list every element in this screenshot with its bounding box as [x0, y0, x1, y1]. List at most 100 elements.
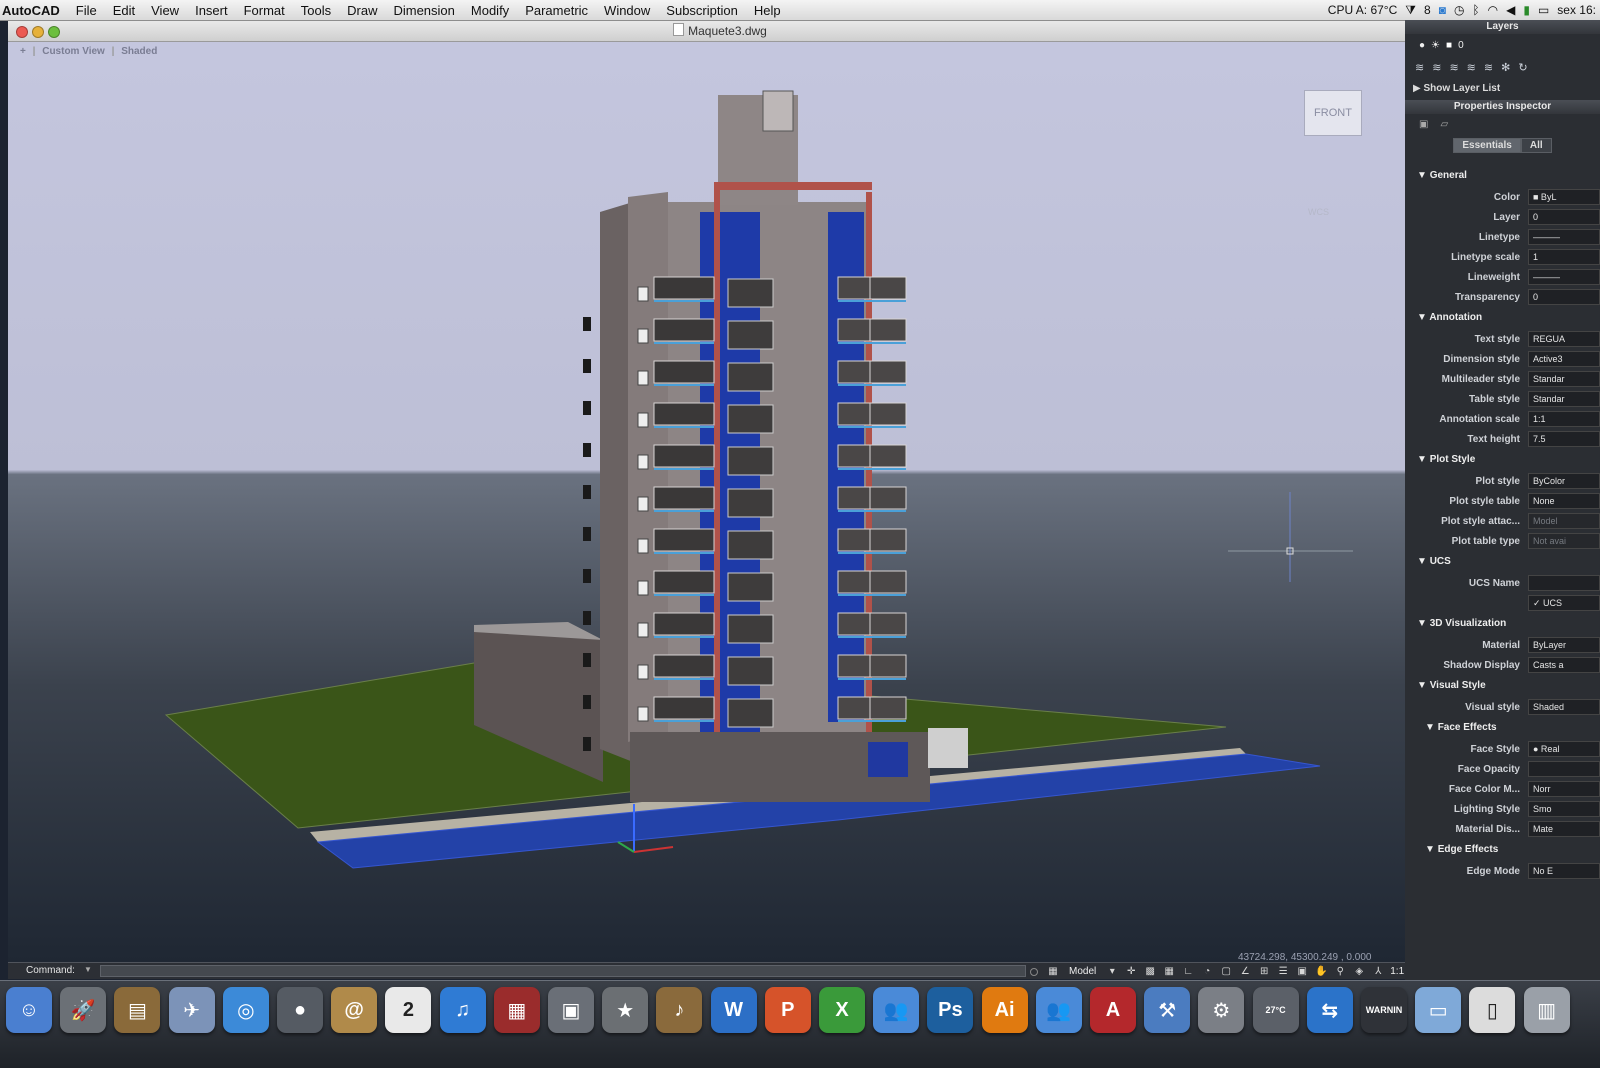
- property-value[interactable]: 7.5: [1528, 431, 1600, 447]
- object-properties-icon[interactable]: ▣: [1419, 119, 1428, 130]
- wcs-menu[interactable]: WCS: [1308, 207, 1329, 217]
- property-value[interactable]: [1528, 761, 1600, 777]
- close-button[interactable]: [16, 26, 28, 38]
- section-3d-visualization[interactable]: ▼ 3D Visualization: [1405, 613, 1600, 635]
- menu-dimension[interactable]: Dimension: [385, 3, 462, 18]
- layer-freeze-icon[interactable]: ☀: [1431, 40, 1440, 51]
- section-edge-effects[interactable]: ▼ Edge Effects: [1405, 839, 1600, 861]
- flag-icon[interactable]: ▮: [1523, 3, 1530, 17]
- quick-properties-icon[interactable]: ▣: [1295, 966, 1309, 978]
- menu-draw[interactable]: Draw: [339, 3, 385, 18]
- property-value[interactable]: Model: [1528, 513, 1600, 529]
- property-value[interactable]: None: [1528, 493, 1600, 509]
- property-value[interactable]: ByLayer: [1528, 637, 1600, 653]
- menu-parametric[interactable]: Parametric: [517, 3, 596, 18]
- property-value[interactable]: 0: [1528, 289, 1600, 305]
- adobe-icon[interactable]: ⧩: [1405, 3, 1416, 18]
- property-value[interactable]: Norr: [1528, 781, 1600, 797]
- dock-powerpoint-icon[interactable]: P: [764, 987, 811, 1033]
- dock-photoshop-icon[interactable]: Ps: [927, 987, 974, 1033]
- new-layer-icon[interactable]: ≋: [1415, 61, 1424, 74]
- properties-inspector-title[interactable]: Properties Inspector: [1405, 100, 1600, 114]
- pan-icon[interactable]: ✋: [1314, 966, 1328, 978]
- property-value[interactable]: [1528, 575, 1600, 591]
- dock-imovie-icon[interactable]: ★: [602, 987, 649, 1033]
- disclosure-triangle-icon[interactable]: ▼: [1425, 844, 1438, 855]
- ortho-icon[interactable]: ∟: [1181, 966, 1195, 978]
- layer-refresh-icon[interactable]: ↻: [1518, 61, 1527, 74]
- section-visual-style[interactable]: ▼ Visual Style: [1405, 675, 1600, 697]
- show-layer-list[interactable]: ▶ Show Layer List: [1405, 78, 1600, 100]
- layers-palette-title[interactable]: Layers: [1405, 20, 1600, 34]
- property-value[interactable]: Smo: [1528, 801, 1600, 817]
- layer-color-icon[interactable]: ■: [1446, 40, 1452, 51]
- dock-xcode-icon[interactable]: ⚒: [1144, 987, 1191, 1033]
- dock-finder-icon[interactable]: ☺: [6, 987, 52, 1033]
- disclosure-triangle-icon[interactable]: ▼: [1417, 454, 1430, 465]
- disclosure-triangle-icon[interactable]: ▼: [1417, 556, 1430, 567]
- grid-layout-icon[interactable]: ▦: [1046, 966, 1060, 978]
- menu-tools[interactable]: Tools: [293, 3, 339, 18]
- property-value[interactable]: Mate: [1528, 821, 1600, 837]
- menu-help[interactable]: Help: [746, 3, 789, 18]
- property-value[interactable]: ✓ UCS: [1528, 595, 1600, 611]
- polar-icon[interactable]: ◔: [1200, 966, 1214, 978]
- dock-facetime-icon[interactable]: ●: [277, 987, 323, 1033]
- dock-garageband-icon[interactable]: ♪: [656, 987, 703, 1033]
- zoom-icon[interactable]: ⚲: [1333, 966, 1347, 978]
- app-menu[interactable]: AutoCAD: [0, 3, 68, 18]
- dock-messenger-2-icon[interactable]: 👥: [1035, 987, 1082, 1033]
- dock-contacts-icon[interactable]: @: [331, 987, 378, 1033]
- layer-isolate-icon[interactable]: ≋: [1467, 61, 1476, 74]
- disclosure-triangle-icon[interactable]: ▼: [1417, 618, 1430, 629]
- menu-view[interactable]: View: [143, 3, 187, 18]
- view-name-button[interactable]: Custom View: [42, 46, 105, 57]
- dock-weather-icon[interactable]: 27°C: [1252, 987, 1299, 1033]
- property-value[interactable]: ———: [1528, 269, 1600, 285]
- disclosure-triangle-icon[interactable]: ▼: [1425, 722, 1438, 733]
- dock-preview-icon[interactable]: ▤: [114, 987, 161, 1033]
- layer-properties-icon[interactable]: ▱: [1440, 119, 1448, 130]
- cpu-temperature[interactable]: CPU A: 67°C: [1328, 3, 1398, 17]
- model-dropdown-icon[interactable]: ▾: [1105, 966, 1119, 978]
- property-value[interactable]: ByColor: [1528, 473, 1600, 489]
- dock-excel-icon[interactable]: X: [819, 987, 865, 1033]
- property-value[interactable]: ● Real: [1528, 741, 1600, 757]
- command-history-icon[interactable]: ▼: [84, 965, 92, 974]
- viewcube[interactable]: FRONT: [1304, 90, 1362, 136]
- section-annotation[interactable]: ▼ Annotation: [1405, 307, 1600, 329]
- menu-subscription[interactable]: Subscription: [658, 3, 746, 18]
- dock-document-icon[interactable]: ▯: [1469, 987, 1516, 1033]
- menu-file[interactable]: File: [68, 3, 105, 18]
- object-snap-icon[interactable]: ▢: [1219, 966, 1233, 978]
- property-value[interactable]: Casts a: [1528, 657, 1600, 673]
- dock-safari-icon[interactable]: ◎: [222, 987, 269, 1033]
- volume-icon[interactable]: ◀: [1506, 3, 1515, 17]
- command-customize-button[interactable]: [1030, 968, 1038, 976]
- dock-itunes-icon[interactable]: ♫: [439, 987, 486, 1033]
- bluetooth-icon[interactable]: ᛒ: [1472, 3, 1479, 17]
- property-value[interactable]: 1: [1528, 249, 1600, 265]
- property-value[interactable]: Active3: [1528, 351, 1600, 367]
- minimize-button[interactable]: [32, 26, 44, 38]
- property-value[interactable]: ———: [1528, 229, 1600, 245]
- menu-edit[interactable]: Edit: [105, 3, 143, 18]
- current-layer-name[interactable]: 0: [1458, 40, 1464, 51]
- menu-modify[interactable]: Modify: [463, 3, 517, 18]
- annotation-scale-value[interactable]: 1:1: [1390, 966, 1404, 977]
- time-machine-icon[interactable]: ◷: [1454, 3, 1464, 17]
- dock-console-icon[interactable]: WARNIN: [1361, 987, 1407, 1033]
- visual-style-button[interactable]: Shaded: [121, 46, 157, 57]
- property-value[interactable]: 0: [1528, 209, 1600, 225]
- zoom-button[interactable]: [48, 26, 60, 38]
- dock-trash-icon[interactable]: ▥: [1523, 987, 1570, 1033]
- disclosure-triangle-icon[interactable]: ▼: [1417, 170, 1430, 181]
- snap-icon[interactable]: ✛: [1124, 966, 1138, 978]
- layer-settings-icon[interactable]: ✻: [1501, 61, 1510, 74]
- layer-freeze-all-icon[interactable]: ≋: [1484, 61, 1493, 74]
- grid-display-icon[interactable]: ▩: [1143, 966, 1157, 978]
- menu-format[interactable]: Format: [236, 3, 293, 18]
- dock-photobooth-icon[interactable]: ▦: [493, 987, 540, 1033]
- dock-teamviewer-icon[interactable]: ⇆: [1306, 987, 1353, 1033]
- orbit-icon[interactable]: ◈: [1352, 966, 1366, 978]
